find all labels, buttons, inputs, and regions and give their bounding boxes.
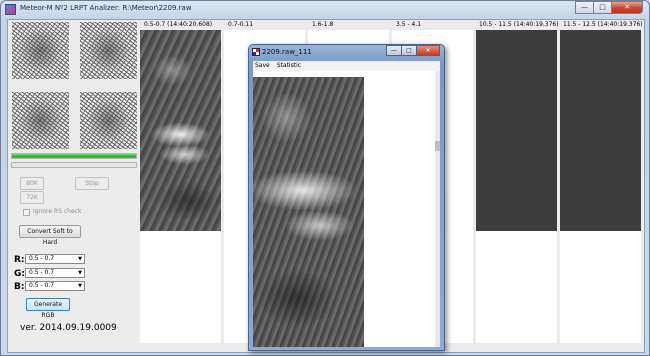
image-window-icon [252,48,260,56]
title-bar[interactable]: Meteor-M Nº2 LRPT Analizer: R:\Meteor\22… [1,1,649,19]
chevron-down-icon: ▼ [78,270,82,276]
version-text: ver. 2014.09.19.0009 [20,323,117,333]
ignore-rs-label: Ignore RS check [33,208,82,215]
channel-panel-1[interactable] [140,30,221,343]
minimize-button[interactable]: — [575,1,594,14]
child-window-title: 2209.raw_111 [262,48,312,56]
channel-label-1: 0.5-0.7 (14:40:20.608) [144,21,213,28]
progress-bar-primary [11,153,137,159]
r-label: R: [14,255,25,265]
g-label: G: [14,269,25,279]
channel-label-5: 10.5 - 11.5 (14:40:19.376) [479,21,559,28]
b-select-value: 0.5 - 0.7 [29,282,55,289]
image-child-window[interactable]: 2209.raw_111 — □ ✕ Save Statistic [248,44,445,351]
stop-button[interactable]: Stop [75,177,109,190]
convert-soft-to-hard-button[interactable]: Convert Soft to Hard [19,225,81,246]
menu-save[interactable]: Save [255,61,270,71]
constellation-plot-3 [12,92,69,149]
80k-button[interactable]: 80K [20,177,44,190]
channel-panel-5[interactable] [476,30,557,343]
window-title: Meteor-M Nº2 LRPT Analizer: R:\Meteor\22… [20,4,192,12]
app-icon [5,4,16,15]
maximize-button[interactable]: □ [593,1,612,14]
satellite-image-preview [253,77,364,347]
chevron-down-icon: ▼ [78,283,82,289]
satellite-image-channel-1 [140,30,221,231]
dark-image-channel-5 [476,30,557,231]
r-select[interactable]: 0.5 - 0.7 ▼ [25,254,85,264]
close-button[interactable]: ✕ [611,1,643,14]
child-maximize-button[interactable]: □ [401,45,417,56]
g-select-value: 0.5 - 0.7 [29,269,55,276]
g-select[interactable]: 0.5 - 0.7 ▼ [25,268,85,278]
channel-label-6: 11.5 - 12.5 (14:40:19.376) [563,21,643,28]
b-select[interactable]: 0.5 - 0.7 ▼ [25,281,85,291]
child-image-area [253,71,440,347]
generate-rgb-button[interactable]: Generate RGB [26,298,70,319]
child-menu-bar: Save Statistic [253,61,440,71]
r-select-value: 0.5 - 0.7 [29,255,55,262]
progress-bar-secondary [11,162,137,168]
b-label: B: [14,282,25,292]
channel-label-2: 0.7-0.11 [228,21,254,28]
scrollbar-thumb[interactable] [435,141,440,151]
constellation-plot-2 [80,22,137,79]
72k-button[interactable]: 72K [20,191,44,204]
dark-image-channel-6 [560,30,641,231]
constellation-plot-4 [80,92,137,149]
child-close-button[interactable]: ✕ [416,45,440,56]
constellation-plot-1 [12,22,69,79]
ignore-rs-checkbox[interactable] [23,209,30,216]
channel-label-4: 3.5 - 4.1 [396,21,422,28]
vertical-scrollbar[interactable] [435,71,440,347]
progress-fill-primary [12,154,136,158]
channel-panel-6[interactable] [560,30,641,343]
chevron-down-icon: ▼ [78,256,82,262]
menu-statistic[interactable]: Statistic [277,61,301,71]
channel-label-3: 1.6-1.8 [312,21,334,28]
child-minimize-button[interactable]: — [386,45,402,56]
